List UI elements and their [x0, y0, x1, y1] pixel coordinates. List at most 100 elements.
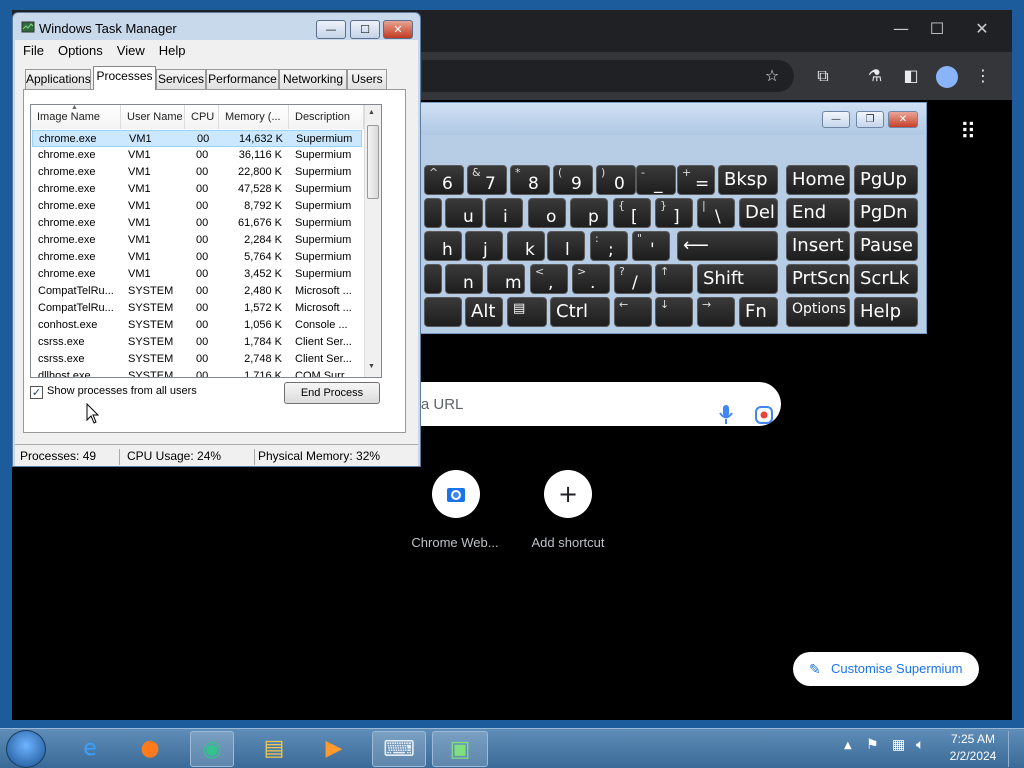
browser-close-button[interactable]: ✕	[959, 14, 1005, 44]
tab-networking[interactable]: Networking	[279, 69, 347, 89]
table-row[interactable]: chrome.exe VM1 00 14,632 K Supermium	[32, 130, 362, 147]
osk-key[interactable]: <,	[530, 264, 568, 294]
osk-key-bksp[interactable]: Bksp	[718, 165, 778, 195]
table-row[interactable]: CompatTelRu... SYSTEM 00 2,480 K Microsoft .…	[32, 283, 362, 300]
on-screen-keyboard-icon[interactable]: ⌨	[372, 731, 426, 767]
supermium-icon[interactable]: ◉	[190, 731, 234, 767]
table-row[interactable]: dllhost.exe SYSTEM 00 1,716 K COM Surr...	[32, 368, 362, 377]
voice-search-icon[interactable]	[718, 404, 734, 426]
firefox-icon[interactable]: ●	[128, 731, 172, 767]
minimize-button[interactable]: —	[316, 20, 346, 39]
osk-key-up[interactable]: ↑	[655, 264, 693, 294]
osk-minimize-button[interactable]: —	[822, 111, 850, 128]
clock-time[interactable]: 7:25 AM	[948, 732, 998, 746]
menu-help[interactable]: Help	[151, 40, 192, 58]
table-row[interactable]: chrome.exe VM1 00 5,764 K Supermium	[32, 249, 362, 266]
menu-file[interactable]: File	[15, 40, 50, 58]
osk-key[interactable]: k	[507, 231, 545, 261]
osk-key[interactable]: (9	[553, 165, 593, 195]
google-apps-grid-icon[interactable]: ⠿	[960, 120, 976, 145]
start-orb-icon[interactable]	[6, 730, 46, 768]
tab-services[interactable]: Services	[156, 69, 206, 89]
tab-processes[interactable]: Processes	[93, 66, 156, 90]
tab-applications[interactable]: Applications	[25, 69, 91, 89]
osk-key-fn[interactable]: Fn	[739, 297, 778, 327]
maximize-button[interactable]: ☐	[350, 20, 380, 39]
osk-key[interactable]: >.	[572, 264, 610, 294]
labs-flask-icon[interactable]: ⚗	[860, 61, 890, 91]
osk-key[interactable]: l	[547, 231, 585, 261]
bookmark-star-icon[interactable]: ☆	[757, 61, 787, 91]
osk-key-menu[interactable]: ▤	[507, 297, 547, 327]
osk-key-del[interactable]: Del	[739, 198, 778, 228]
tab-performance[interactable]: Performance	[206, 69, 279, 89]
osk-key[interactable]: p	[570, 198, 608, 228]
osk-close-button[interactable]: ✕	[888, 111, 918, 128]
osk-key[interactable]: | \	[697, 198, 735, 228]
osk-key[interactable]: " '	[632, 231, 670, 261]
osk-key[interactable]: - _	[636, 165, 676, 195]
menu-view[interactable]: View	[109, 40, 151, 58]
scroll-thumb[interactable]	[367, 125, 379, 199]
osk-key-insert[interactable]: Insert	[786, 231, 850, 261]
osk-key-arrow[interactable]: ←	[614, 297, 652, 327]
osk-key[interactable]	[424, 198, 442, 228]
osk-key[interactable]: + =	[677, 165, 715, 195]
vertical-scrollbar[interactable]: ▲ ▼	[364, 105, 381, 377]
shortcut-chrome-web-store[interactable]	[432, 470, 480, 518]
address-bar[interactable]	[422, 60, 794, 92]
table-row[interactable]: chrome.exe VM1 00 3,452 K Supermium	[32, 266, 362, 283]
process-list[interactable]: Image Name ▲ User Name CPU Memory (... D…	[30, 104, 382, 378]
scroll-down-icon[interactable]: ▼	[368, 363, 375, 370]
osk-key-arrow[interactable]: ↓	[655, 297, 693, 327]
lens-search-icon[interactable]	[754, 405, 774, 425]
osk-key-enter[interactable]: ⟵	[677, 231, 778, 261]
table-row[interactable]: CompatTelRu... SYSTEM 00 1,572 K Microsoft .…	[32, 300, 362, 317]
osk-key-end[interactable]: End	[786, 198, 850, 228]
table-row[interactable]: chrome.exe VM1 00 2,284 K Supermium	[32, 232, 362, 249]
osk-key-pause[interactable]: Pause	[854, 231, 918, 261]
table-row[interactable]: chrome.exe VM1 00 22,800 K Supermium	[32, 164, 362, 181]
tab-users[interactable]: Users	[347, 69, 387, 89]
show-all-users-checkbox[interactable]: ✓	[30, 386, 43, 399]
osk-key[interactable]: }]	[655, 198, 693, 228]
osk-key[interactable]: * 8	[510, 165, 550, 195]
osk-key[interactable]: {[	[613, 198, 651, 228]
osk-key-arrow[interactable]: →	[697, 297, 735, 327]
osk-key[interactable]: j	[465, 231, 503, 261]
osk-key[interactable]: ? /	[614, 264, 652, 294]
osk-key-pgup[interactable]: PgUp	[854, 165, 918, 195]
osk-key[interactable]	[424, 264, 442, 294]
column-memory[interactable]: Memory (...	[219, 105, 289, 129]
osk-key-ctrl[interactable]: Ctrl	[550, 297, 610, 327]
volume-muted-icon[interactable]: 🔈︎	[916, 737, 924, 753]
extensions-icon[interactable]: ⧉	[808, 61, 838, 91]
side-panel-icon[interactable]: ◧	[896, 61, 926, 91]
osk-key[interactable]: m	[487, 264, 525, 294]
table-row[interactable]: csrss.exe SYSTEM 00 2,748 K Client Ser...	[32, 351, 362, 368]
clock-date[interactable]: 2/2/2024	[948, 749, 998, 763]
osk-key-alt[interactable]: Alt	[465, 297, 503, 327]
table-row[interactable]: chrome.exe VM1 00 36,116 K Supermium	[32, 147, 362, 164]
file-explorer-icon[interactable]: ▤	[252, 731, 296, 767]
end-process-button[interactable]: End Process	[284, 382, 380, 404]
osk-key-home[interactable]: Home	[786, 165, 850, 195]
internet-explorer-icon[interactable]: e	[68, 731, 112, 767]
column-user-name[interactable]: User Name	[121, 105, 185, 129]
media-player-icon[interactable]: ▶	[312, 731, 356, 767]
chrome-menu-icon[interactable]: ⋮	[968, 61, 998, 91]
add-shortcut-button[interactable]: +	[544, 470, 592, 518]
osk-key-scrlk[interactable]: ScrLk	[854, 264, 918, 294]
osk-key[interactable]: & 7	[467, 165, 507, 195]
osk-key[interactable]: o	[528, 198, 566, 228]
scroll-up-icon[interactable]: ▲	[368, 109, 375, 116]
osk-key[interactable]: n	[445, 264, 483, 294]
show-hidden-icons-icon[interactable]: ▲	[844, 740, 852, 751]
network-icon[interactable]: ▦	[892, 737, 905, 753]
osk-key[interactable]	[424, 297, 462, 327]
osk-key[interactable]: ^ 6	[424, 165, 464, 195]
table-row[interactable]: chrome.exe VM1 00 47,528 K Supermium	[32, 181, 362, 198]
table-row[interactable]: chrome.exe VM1 00 8,792 K Supermium	[32, 198, 362, 215]
osk-key-help[interactable]: Help	[854, 297, 918, 327]
browser-maximize-button[interactable]: ☐	[914, 14, 960, 44]
